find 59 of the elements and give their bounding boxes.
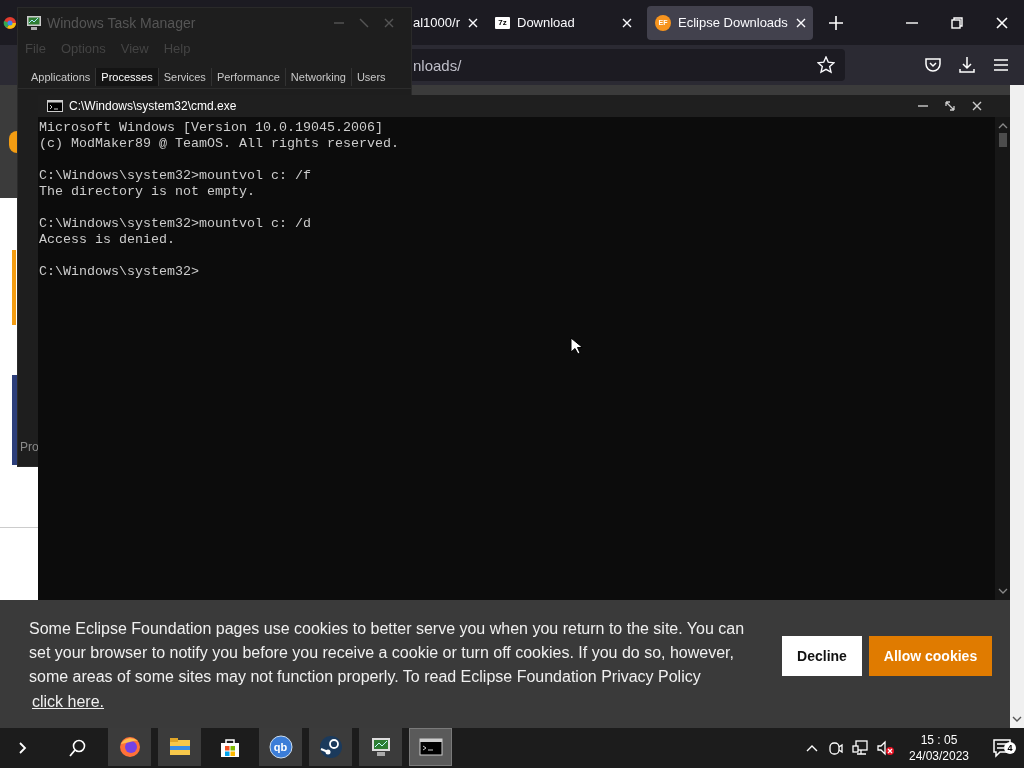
console-line: C:\Windows\system32> [39,264,199,280]
taskbar-button[interactable] [309,728,352,766]
console-line: (c) ModMaker89 @ TeamOS. All rights reserved. [39,136,399,152]
scrollbar[interactable] [995,117,1010,600]
monitor-icon [26,15,42,31]
tab[interactable]: Services [157,68,211,86]
console-line: Microsoft Windows [Version 10.0.19045.2006] [39,120,383,136]
notification-icon[interactable] [992,738,1012,758]
notification-badge: 4 [1004,742,1016,754]
download-icon[interactable] [958,56,976,74]
taskbar-button[interactable] [158,728,201,766]
search-icon[interactable] [69,739,87,757]
scroll-up-icon[interactable] [997,123,1008,129]
mouse-cursor-icon [570,337,584,355]
tab[interactable]: Networking [284,68,351,86]
fox-globe-icon [117,735,142,759]
camera-icon[interactable] [827,740,843,756]
taskbar-button[interactable] [409,728,452,766]
app-label: qb [273,741,288,753]
logo-icon [9,130,17,153]
privacy-link[interactable]: click here. [32,693,105,711]
pocket-icon[interactable] [924,56,942,74]
terminal-icon [418,735,443,759]
clock[interactable]: 15 : 05 24/03/2023 [907,732,971,764]
scroll-down-icon[interactable] [1012,716,1022,722]
taskbar-button[interactable]: qb [259,728,302,766]
close-icon[interactable] [794,16,807,29]
chevron-up-icon[interactable] [806,743,818,753]
scrollbar[interactable] [1010,85,1024,728]
steam-icon [318,735,343,759]
app-icon [268,735,293,759]
browser-tab[interactable]: al1000/r [411,5,479,40]
terminal-icon [47,100,63,112]
scroll-down-icon[interactable] [997,588,1008,594]
console-line: The directory is not empty. [39,184,255,200]
decline-button[interactable]: Decline [782,636,862,676]
menu-icon[interactable] [992,56,1010,74]
browser-icon [3,15,17,30]
new-tab-icon[interactable] [829,15,843,30]
console-line: Access is denied. [39,232,175,248]
window-title: C:\Windows\system32\cmd.exe [69,99,238,113]
console-line: C:\Windows\system32>mountvol c: /d [39,216,311,232]
address-field[interactable]: nloads/ [411,49,845,81]
taskbar-button[interactable] [359,728,402,766]
star-icon[interactable] [817,56,835,74]
scrollbar-thumb[interactable] [998,133,1007,147]
tab[interactable]: Applications [26,68,96,86]
tab[interactable]: Processes [95,68,158,86]
network-icon[interactable] [852,740,868,756]
restore-icon[interactable] [950,16,963,29]
muted-speaker-icon[interactable] [877,740,894,756]
browser-tab[interactable]: 7z Download [481,5,641,40]
status-text: Pro [20,440,40,454]
taskbar-button[interactable] [108,728,151,766]
tab[interactable]: Performance [210,68,285,86]
tab[interactable]: Users [350,68,391,86]
shopping-bag-icon [218,736,242,760]
favicon: 7z [495,16,510,29]
console-line: C:\Windows\system32>mountvol c: /f [39,168,311,184]
